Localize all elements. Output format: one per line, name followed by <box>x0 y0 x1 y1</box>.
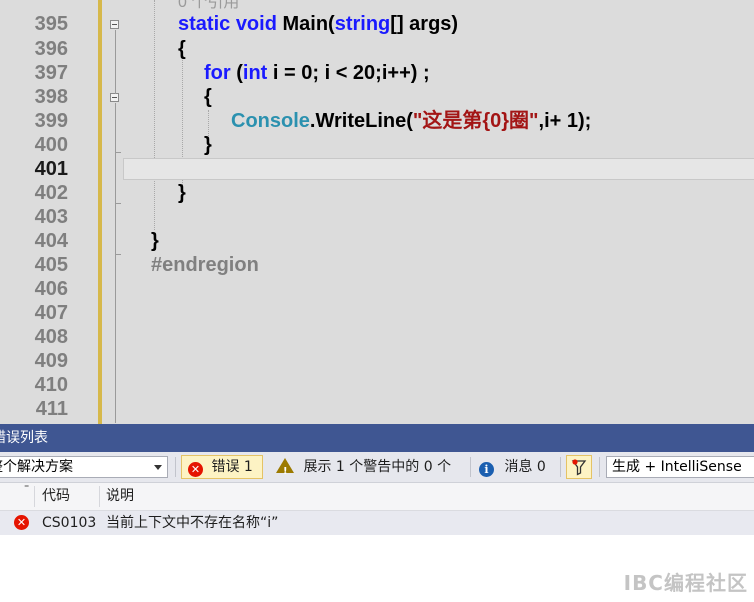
collapse-region-icon[interactable] <box>110 93 119 102</box>
line-number: 403 <box>34 206 68 228</box>
filter-icon <box>571 459 587 476</box>
column-header-code[interactable]: 代码 <box>42 483 70 510</box>
fold-tick <box>115 203 121 204</box>
filter-button[interactable] <box>566 455 592 479</box>
code-editor[interactable]: 395 396 397 398 399 400 401 402 403 404 … <box>0 0 754 424</box>
line-number: 397 <box>34 62 68 84</box>
warning-icon <box>276 458 294 484</box>
code-line-399[interactable]: Console.WriteLine("这是第{0}圈",i+ 1); <box>231 109 591 133</box>
line-number: 406 <box>34 278 68 300</box>
code-line-404[interactable]: } <box>151 229 159 253</box>
toolbar-separator <box>599 457 600 477</box>
line-number: 407 <box>34 302 68 324</box>
error-icon: ✕ <box>188 462 203 477</box>
codelens-references[interactable]: 0 个引用 <box>178 0 239 12</box>
toolbar-separator <box>470 457 471 477</box>
error-list-title: 错误列表 <box>0 430 48 446</box>
indent-guide <box>154 0 155 230</box>
error-list-title-bar[interactable]: 错误列表 <box>0 424 754 452</box>
code-line-400[interactable]: } <box>204 133 212 157</box>
code-line-398[interactable]: { <box>204 85 212 109</box>
sort-indicator-icon[interactable]: ⁼ <box>24 475 29 502</box>
collapse-region-icon[interactable] <box>110 20 119 29</box>
warnings-filter-button[interactable]: 展示 1 个警告中的 0 个 <box>276 455 451 484</box>
toolbar-separator <box>175 457 176 477</box>
column-header-description[interactable]: 说明 <box>106 483 134 510</box>
line-number: 409 <box>34 350 68 372</box>
fold-line <box>115 103 117 423</box>
code-line-405[interactable]: #endregion <box>151 253 259 277</box>
info-icon: i <box>479 462 494 477</box>
code-line-397[interactable]: for (int i = 0; i < 20;i++) ; <box>204 61 430 85</box>
line-number: 398 <box>34 86 68 108</box>
fold-tick <box>115 254 121 255</box>
line-number: 395 <box>34 13 68 35</box>
error-list-toolbar: 整个解决方案 ✕ 错误 1 展示 1 个警告中的 0 个 i 消息 0 生成 +… <box>0 452 754 484</box>
fold-line <box>115 30 117 94</box>
error-icon: ✕ <box>14 515 29 530</box>
column-separator[interactable] <box>34 486 35 507</box>
fold-tick <box>115 152 121 153</box>
code-line-402[interactable]: } <box>178 181 186 205</box>
messages-filter-button[interactable]: i 消息 0 <box>479 455 546 479</box>
line-number: 404 <box>34 230 68 252</box>
column-separator[interactable] <box>99 486 100 507</box>
build-source-dropdown[interactable]: 生成 + IntelliSense <box>606 456 754 478</box>
current-line-highlight <box>123 158 754 180</box>
watermark-logo: IBC编程社区 <box>623 571 748 595</box>
line-number: 405 <box>34 254 68 276</box>
line-number: 399 <box>34 110 68 132</box>
line-number-gutter: 395 396 397 398 399 400 401 402 403 404 … <box>0 0 98 424</box>
code-line-395[interactable]: static void Main(string[] args) <box>178 12 458 36</box>
line-number: 411 <box>35 398 68 420</box>
change-tracking-bar <box>98 0 102 424</box>
line-number: 408 <box>34 326 68 348</box>
line-number: 410 <box>34 374 68 396</box>
line-number: 400 <box>34 134 68 156</box>
errors-filter-button[interactable]: ✕ 错误 1 <box>181 455 263 479</box>
line-number: 396 <box>34 38 68 60</box>
chevron-down-icon <box>154 465 162 470</box>
line-number-current: 401 <box>34 158 68 180</box>
table-row[interactable]: ✕ CS0103 当前上下文中不存在名称“i” <box>0 511 754 535</box>
code-line-396[interactable]: { <box>178 37 186 61</box>
error-list-header: ⁼ 代码 说明 <box>0 483 754 511</box>
toolbar-separator <box>560 457 561 477</box>
line-number: 402 <box>34 182 68 204</box>
error-description: 当前上下文中不存在名称“i” <box>106 515 279 531</box>
error-code: CS0103 <box>42 515 97 531</box>
